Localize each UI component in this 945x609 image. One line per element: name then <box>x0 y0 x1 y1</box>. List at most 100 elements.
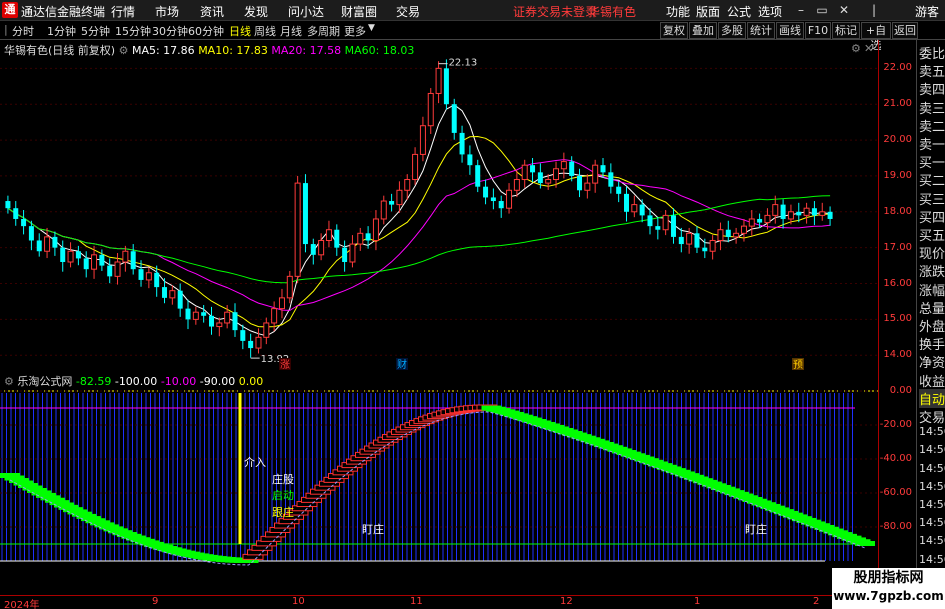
tab-intraday[interactable]: 分时 <box>12 23 34 39</box>
tool-overlay[interactable]: 叠加 <box>689 22 717 39</box>
date-tick: 2 <box>813 596 820 607</box>
side-item-10[interactable]: 买五 <box>919 225 945 244</box>
tool-multi[interactable]: 多股 <box>718 22 746 39</box>
side-item-17[interactable]: 净资 <box>919 352 945 371</box>
side-item-6[interactable]: 买一 <box>919 152 945 171</box>
menu-options[interactable]: 选项 <box>758 3 782 20</box>
side-item-15[interactable]: 外盘 <box>919 316 945 335</box>
candle-body <box>169 290 176 299</box>
candle-body <box>725 229 731 237</box>
menu-ask[interactable]: 问小达 <box>288 3 324 20</box>
tool-back[interactable]: 返回 <box>892 22 918 39</box>
login-notice[interactable]: 证券交易未登录 <box>513 3 597 20</box>
candle-body <box>686 232 693 245</box>
candle-body <box>75 251 81 259</box>
tab-1min[interactable]: 1分钟 <box>47 23 76 39</box>
candlestick-chart[interactable]: 22.1313.92涨财预 <box>0 40 878 370</box>
minimize-icon[interactable]: – <box>793 2 809 18</box>
menu-wealth[interactable]: 财富圈 <box>341 3 377 20</box>
candle-body <box>670 215 676 237</box>
side-item-19[interactable]: 自动 <box>919 388 945 408</box>
side-item-7[interactable]: 买二 <box>919 170 945 189</box>
candle-body <box>154 272 160 288</box>
side-item-21[interactable]: 14:56 <box>919 425 945 438</box>
candle-body <box>757 218 763 223</box>
side-item-8[interactable]: 买三 <box>919 189 945 208</box>
tab-multi-period[interactable]: 多周期 <box>307 23 340 39</box>
tab-5min[interactable]: 5分钟 <box>81 23 110 39</box>
tool-add-watch[interactable]: +自选 <box>861 22 891 52</box>
event-marker-0[interactable]: 涨 <box>280 359 290 370</box>
tab-daily[interactable]: 日线 <box>229 23 251 39</box>
tool-adjust[interactable]: 复权 <box>660 22 688 39</box>
candle-body <box>162 287 168 298</box>
price-tick: 17.00 <box>883 241 912 253</box>
tool-f10[interactable]: F10 <box>805 22 831 39</box>
side-item-18[interactable]: 收益 <box>919 371 945 390</box>
menu-market[interactable]: 市场 <box>155 3 179 20</box>
menu-formula[interactable]: 公式 <box>727 3 751 20</box>
candle-body <box>560 161 567 170</box>
event-marker-2[interactable]: 预 <box>793 359 803 370</box>
candle-body <box>545 179 552 184</box>
candle-body <box>443 68 449 105</box>
side-item-4[interactable]: 卖二 <box>919 116 945 135</box>
side-item-23[interactable]: 14:56 <box>919 462 945 475</box>
side-item-14[interactable]: 总量 <box>919 298 945 317</box>
side-item-26[interactable]: 14:56 <box>919 516 945 529</box>
side-item-13[interactable]: 涨幅 <box>919 280 945 299</box>
tool-mark[interactable]: 标记 <box>832 22 860 39</box>
menu-trade[interactable]: 交易 <box>396 3 420 20</box>
side-item-0[interactable]: 委比 <box>919 43 945 62</box>
candle-body <box>764 214 771 224</box>
candle-body <box>780 204 786 219</box>
menu-news[interactable]: 资讯 <box>200 3 224 20</box>
menu-function[interactable]: 功能 <box>666 3 690 20</box>
side-item-25[interactable]: 14:56 <box>919 498 945 511</box>
tab-monthly[interactable]: 月线 <box>280 23 302 39</box>
more-chevron-icon[interactable]: ▼ <box>368 23 375 33</box>
candle-body <box>372 218 379 241</box>
side-item-12[interactable]: 涨跌 <box>919 261 945 280</box>
close-icon[interactable]: ✕ <box>836 2 852 18</box>
candle-body <box>733 232 740 238</box>
candle-body <box>342 247 348 262</box>
ma5-line <box>7 104 831 337</box>
candle-body <box>647 215 653 227</box>
side-item-1[interactable]: 卖五 <box>919 61 945 80</box>
side-item-20[interactable]: 交易 <box>919 407 945 426</box>
side-item-5[interactable]: 卖一 <box>919 134 945 153</box>
candle-body <box>240 330 246 341</box>
candle-body <box>318 239 325 256</box>
candle-body <box>13 208 19 219</box>
restore-icon[interactable]: ▭ <box>814 2 830 18</box>
price-tick: 20.00 <box>883 134 912 146</box>
tab-15min[interactable]: 15分钟 <box>115 23 151 39</box>
candle-body <box>513 179 520 191</box>
side-item-22[interactable]: 14:56 <box>919 443 945 456</box>
watermark-line2: www.7gpzb.com <box>833 589 944 603</box>
side-item-9[interactable]: 买四 <box>919 207 945 226</box>
candle-body <box>232 312 238 331</box>
menu-quotes[interactable]: 行情 <box>111 3 135 20</box>
tab-more[interactable]: 更多 <box>344 23 366 39</box>
menu-layout[interactable]: 版面 <box>696 3 720 20</box>
menu-discover[interactable]: 发现 <box>244 3 268 20</box>
tool-draw[interactable]: 画线 <box>776 22 804 39</box>
tab-30min[interactable]: 30分钟 <box>152 23 188 39</box>
tool-stats[interactable]: 统计 <box>747 22 775 39</box>
tab-60min[interactable]: 60分钟 <box>188 23 224 39</box>
tab-weekly[interactable]: 周线 <box>254 23 276 39</box>
side-item-28[interactable]: 14:56 <box>919 553 945 566</box>
event-marker-1[interactable]: 财 <box>397 358 407 370</box>
indicator-chart[interactable]: 介入庄股启动跟庄盯庄 盯庄 <box>0 371 878 594</box>
side-item-2[interactable]: 卖四 <box>919 79 945 98</box>
side-item-16[interactable]: 换手 <box>919 334 945 353</box>
side-item-24[interactable]: 14:56 <box>919 480 945 493</box>
candle-body <box>286 275 293 299</box>
side-item-27[interactable]: 14:56 <box>919 534 945 547</box>
indicator-tick: -40.00 <box>879 453 912 464</box>
side-item-3[interactable]: 卖三 <box>919 98 945 117</box>
guest-label[interactable]: 游客 <box>915 3 939 20</box>
side-item-11[interactable]: 现价 <box>919 243 945 262</box>
